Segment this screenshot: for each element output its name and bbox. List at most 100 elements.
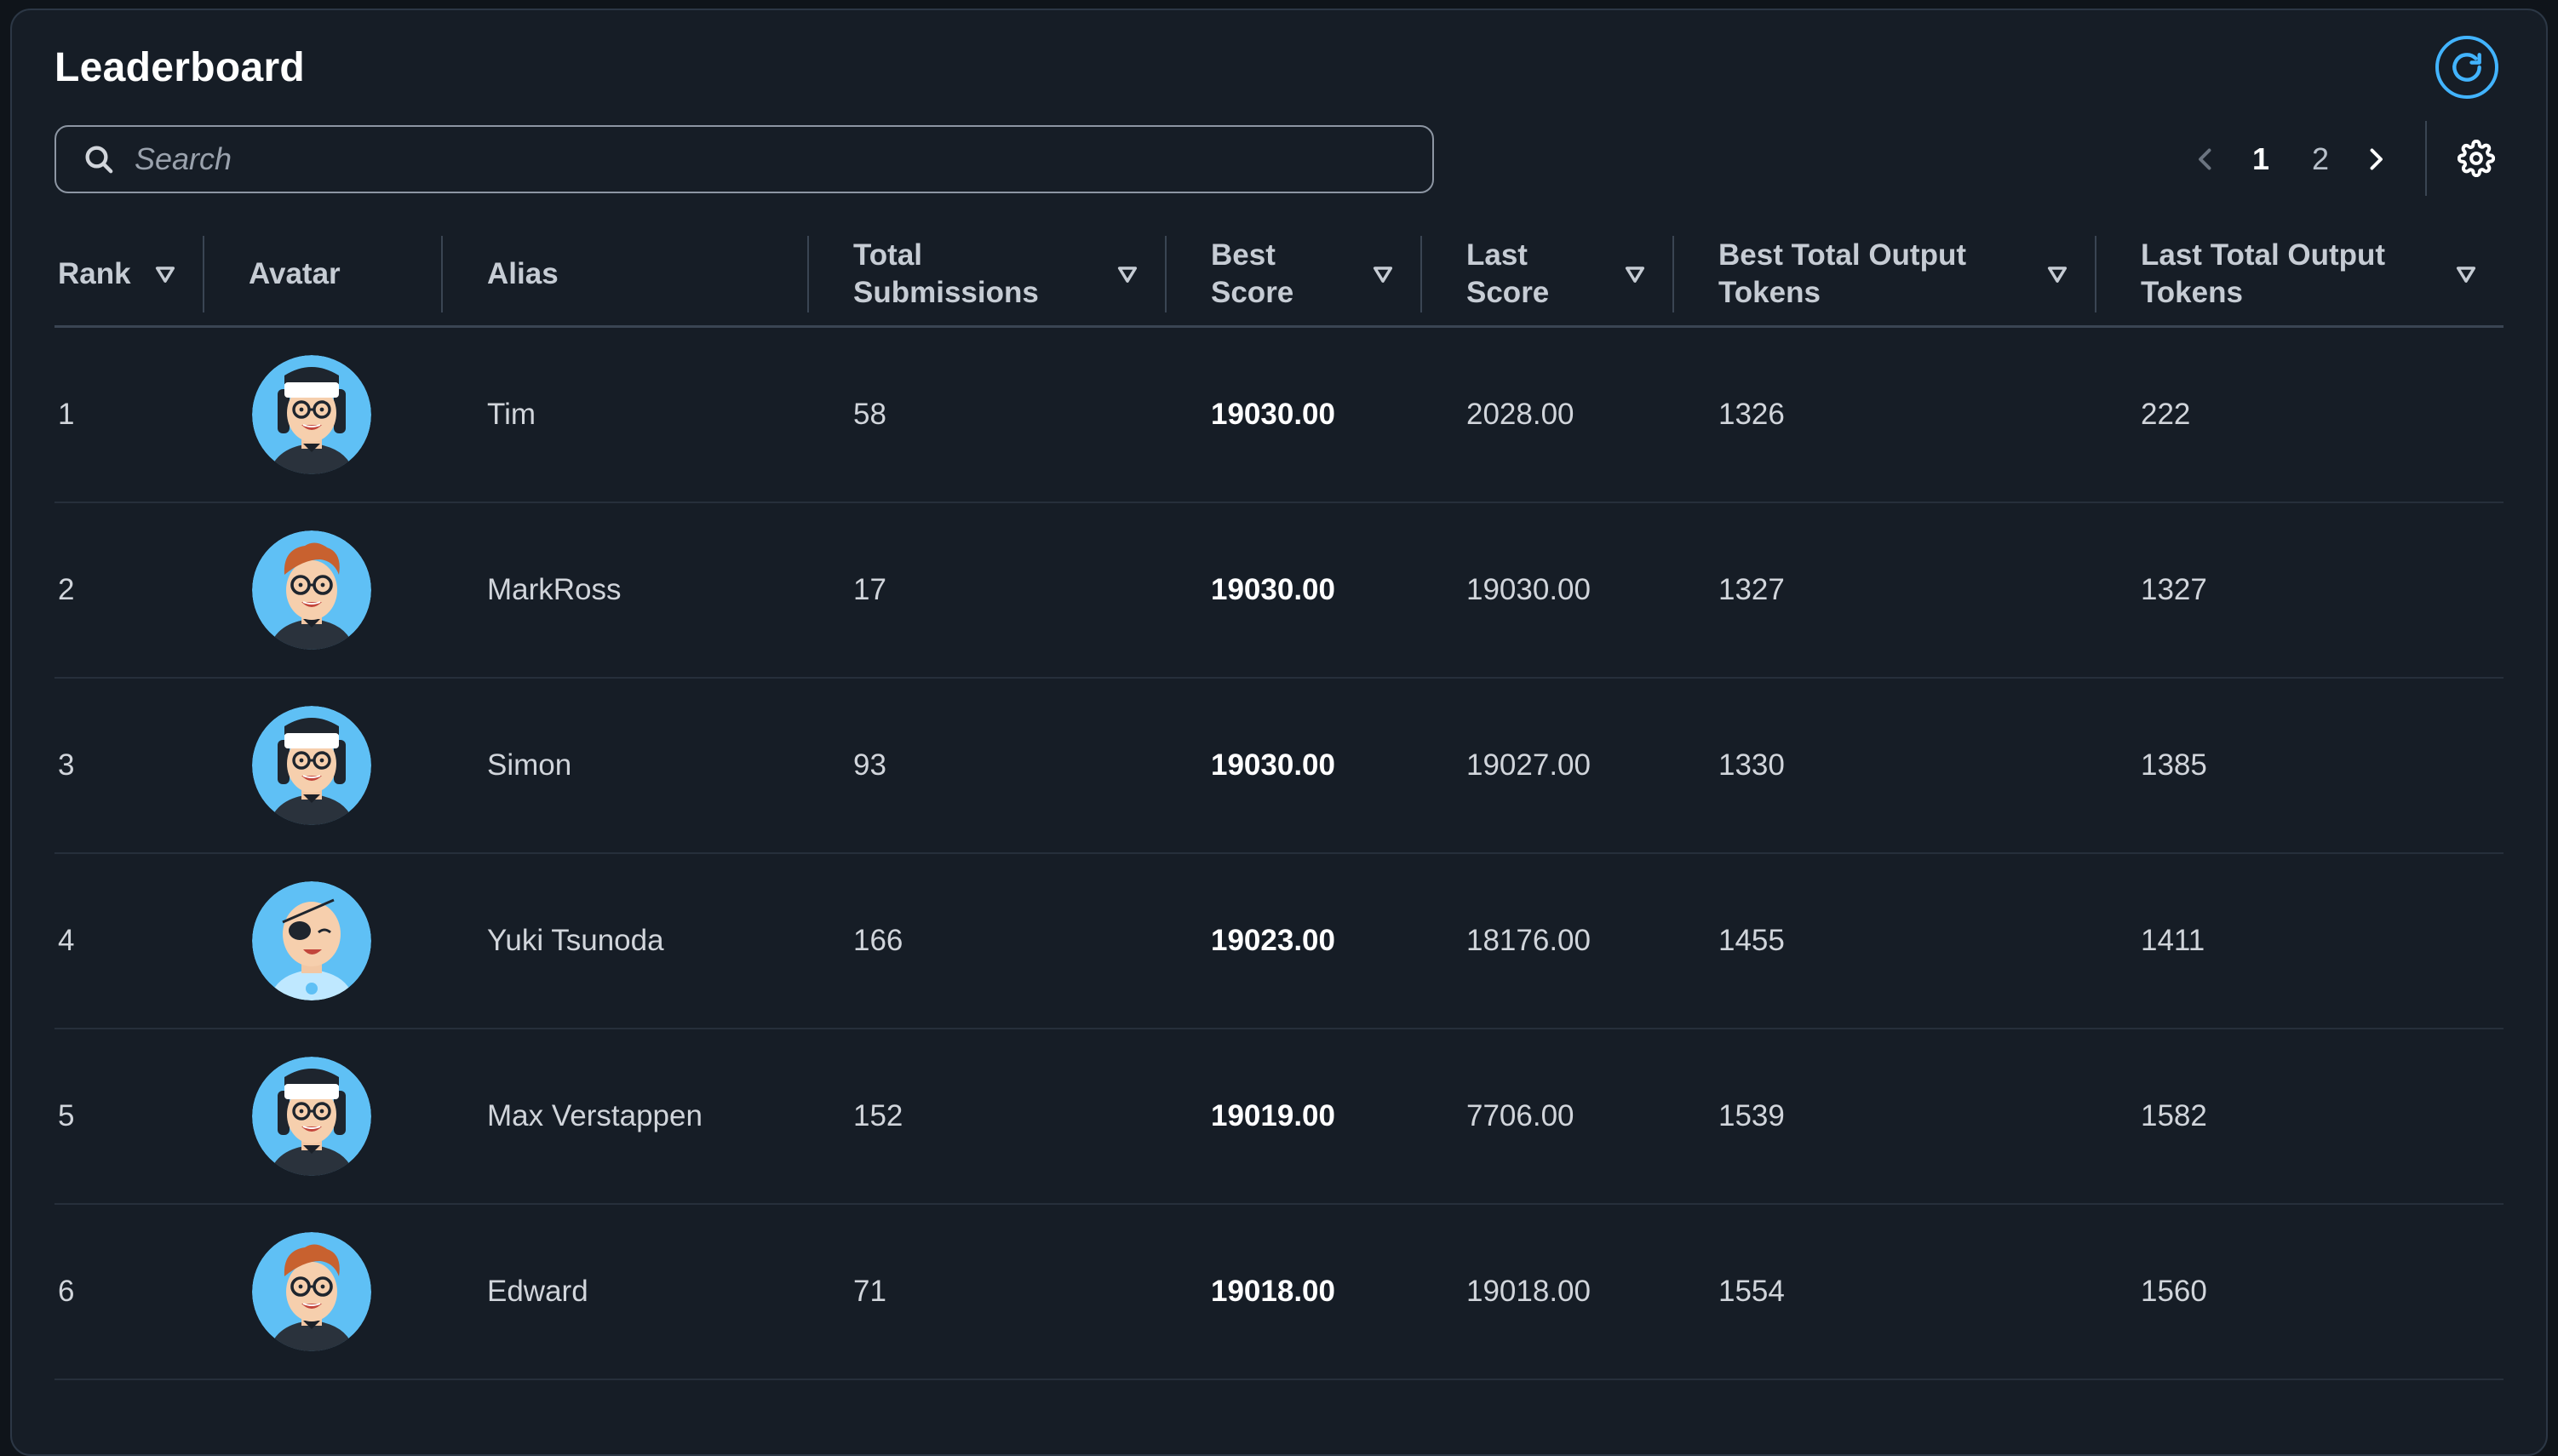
last-tokens-cell: 1327 bbox=[2096, 502, 2504, 679]
alias-cell: Yuki Tsunoda bbox=[443, 853, 809, 1029]
best-score-cell: 19019.00 bbox=[1167, 1029, 1422, 1205]
search-box bbox=[54, 125, 1434, 193]
next-page-button[interactable] bbox=[2350, 134, 2401, 185]
best-score-cell: 19023.00 bbox=[1167, 853, 1422, 1029]
rank-cell: 4 bbox=[54, 853, 204, 1029]
column-label: Alias bbox=[487, 257, 559, 290]
sort-down-icon[interactable] bbox=[2454, 262, 2478, 286]
gear-icon bbox=[2458, 140, 2495, 177]
search-icon bbox=[82, 142, 116, 176]
column-header-last-total-output-tokens[interactable]: Last Total Output Tokens bbox=[2096, 223, 2504, 328]
best-score-cell: 19030.00 bbox=[1167, 502, 1422, 679]
column-label: Best Score bbox=[1211, 238, 1294, 309]
chevron-right-icon bbox=[2370, 148, 2383, 170]
table-row: 5 Max Verstappen 152 19019.00 7706.00 15… bbox=[54, 1029, 2504, 1205]
table-row: 3 Simon 93 19030.00 19027.00 1330 1385 bbox=[54, 678, 2504, 854]
chevron-left-icon bbox=[2199, 148, 2211, 170]
table-header-row: Rank Avatar Alias Total Submissions Best… bbox=[54, 223, 2504, 328]
best-tokens-cell: 1554 bbox=[1674, 1204, 2096, 1380]
avatar bbox=[252, 881, 371, 1000]
last-tokens-cell: 1385 bbox=[2096, 678, 2504, 854]
column-label: Avatar bbox=[249, 257, 341, 290]
rank-cell: 2 bbox=[54, 502, 204, 679]
leaderboard-table: Rank Avatar Alias Total Submissions Best… bbox=[54, 223, 2504, 1380]
rank-cell: 3 bbox=[54, 678, 204, 854]
alias-cell: Edward bbox=[443, 1204, 809, 1380]
page-2-button[interactable]: 2 bbox=[2291, 141, 2350, 177]
pagination: 1 2 bbox=[2180, 129, 2401, 189]
sort-down-icon[interactable] bbox=[1116, 262, 1139, 286]
last-score-cell: 2028.00 bbox=[1422, 326, 1674, 503]
rank-cell: 5 bbox=[54, 1029, 204, 1205]
column-header-avatar: Avatar bbox=[204, 223, 443, 328]
table-row: 1 Tim 58 19030.00 2028.00 1326 222 bbox=[54, 326, 2504, 503]
search-input[interactable] bbox=[133, 140, 1432, 178]
avatar bbox=[252, 1232, 371, 1351]
alias-cell: Simon bbox=[443, 678, 809, 854]
column-label: Last Total Output Tokens bbox=[2141, 238, 2386, 309]
total-submissions-cell: 152 bbox=[809, 1029, 1167, 1205]
column-header-best-total-output-tokens[interactable]: Best Total Output Tokens bbox=[1674, 223, 2096, 328]
alias-cell: Tim bbox=[443, 326, 809, 503]
table-row: 6 Edward 71 19018.00 19018.00 1554 1560 bbox=[54, 1204, 2504, 1380]
prev-page-button[interactable] bbox=[2180, 134, 2231, 185]
avatar-cell bbox=[204, 678, 443, 854]
avatar-cell bbox=[204, 502, 443, 679]
avatar-cell bbox=[204, 1204, 443, 1380]
best-score-cell: 19018.00 bbox=[1167, 1204, 1422, 1380]
avatar-cell bbox=[204, 853, 443, 1029]
avatar bbox=[252, 1057, 371, 1176]
best-tokens-cell: 1326 bbox=[1674, 326, 2096, 503]
column-label: Total Submissions bbox=[853, 238, 1039, 309]
best-tokens-cell: 1455 bbox=[1674, 853, 2096, 1029]
sort-down-icon[interactable] bbox=[1371, 262, 1395, 286]
best-tokens-cell: 1539 bbox=[1674, 1029, 2096, 1205]
total-submissions-cell: 93 bbox=[809, 678, 1167, 854]
column-header-total-submissions[interactable]: Total Submissions bbox=[809, 223, 1167, 328]
total-submissions-cell: 71 bbox=[809, 1204, 1167, 1380]
best-score-cell: 19030.00 bbox=[1167, 326, 1422, 503]
total-submissions-cell: 58 bbox=[809, 326, 1167, 503]
avatar-cell bbox=[204, 1029, 443, 1205]
refresh-button[interactable] bbox=[2435, 36, 2498, 99]
column-header-alias: Alias bbox=[443, 223, 809, 328]
alias-cell: MarkRoss bbox=[443, 502, 809, 679]
avatar bbox=[252, 530, 371, 650]
last-score-cell: 18176.00 bbox=[1422, 853, 1674, 1029]
page-title: Leaderboard bbox=[54, 45, 306, 90]
total-submissions-cell: 166 bbox=[809, 853, 1167, 1029]
sort-down-icon[interactable] bbox=[153, 262, 177, 286]
column-header-best-score[interactable]: Best Score bbox=[1167, 223, 1422, 328]
refresh-icon bbox=[2452, 53, 2481, 82]
last-score-cell: 7706.00 bbox=[1422, 1029, 1674, 1205]
last-tokens-cell: 1560 bbox=[2096, 1204, 2504, 1380]
page-1-button[interactable]: 1 bbox=[2231, 141, 2291, 177]
alias-cell: Max Verstappen bbox=[443, 1029, 809, 1205]
pager-divider bbox=[2425, 121, 2427, 196]
last-tokens-cell: 1582 bbox=[2096, 1029, 2504, 1205]
last-score-cell: 19030.00 bbox=[1422, 502, 1674, 679]
column-label: Best Total Output Tokens bbox=[1718, 238, 1966, 309]
rank-cell: 1 bbox=[54, 326, 204, 503]
column-header-rank[interactable]: Rank bbox=[54, 223, 204, 328]
avatar bbox=[252, 355, 371, 474]
table-row: 4 Yuki Tsunoda 166 19023.00 18176.00 145… bbox=[54, 853, 2504, 1029]
last-tokens-cell: 1411 bbox=[2096, 853, 2504, 1029]
best-tokens-cell: 1330 bbox=[1674, 678, 2096, 854]
column-label: Last Score bbox=[1466, 238, 1550, 309]
rank-cell: 6 bbox=[54, 1204, 204, 1380]
column-header-last-score[interactable]: Last Score bbox=[1422, 223, 1674, 328]
best-score-cell: 19030.00 bbox=[1167, 678, 1422, 854]
total-submissions-cell: 17 bbox=[809, 502, 1167, 679]
sort-down-icon[interactable] bbox=[2045, 262, 2069, 286]
avatar bbox=[252, 706, 371, 825]
avatar-cell bbox=[204, 326, 443, 503]
last-tokens-cell: 222 bbox=[2096, 326, 2504, 503]
table-row: 2 MarkRoss 17 19030.00 19030.00 1327 132… bbox=[54, 502, 2504, 679]
settings-button[interactable] bbox=[2452, 135, 2500, 182]
best-tokens-cell: 1327 bbox=[1674, 502, 2096, 679]
last-score-cell: 19018.00 bbox=[1422, 1204, 1674, 1380]
last-score-cell: 19027.00 bbox=[1422, 678, 1674, 854]
sort-down-icon[interactable] bbox=[1623, 262, 1647, 286]
column-label: Rank bbox=[58, 257, 131, 290]
